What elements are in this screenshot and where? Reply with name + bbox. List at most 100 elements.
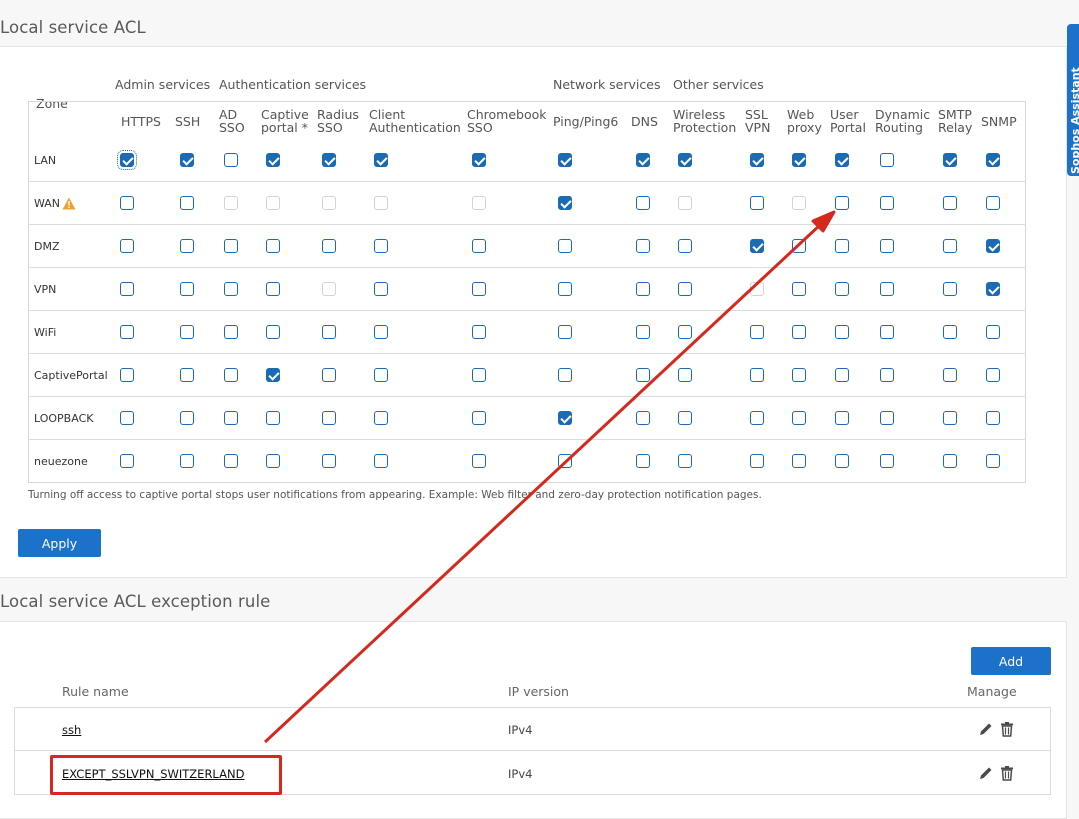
checkbox-loopback-client-authentication[interactable] [374, 411, 388, 425]
checkbox-wifi-dynamic-routing[interactable] [880, 325, 894, 339]
checkbox-dmz-ssh[interactable] [180, 239, 194, 253]
checkbox-wifi-captive-portal[interactable] [266, 325, 280, 339]
checkbox-loopback-smtp-relay[interactable] [943, 411, 957, 425]
checkbox-neuezone-ssh[interactable] [180, 454, 194, 468]
checkbox-lan-wireless-protection[interactable] [678, 153, 692, 167]
checkbox-vpn-snmp[interactable] [986, 282, 1000, 296]
checkbox-wifi-wireless-protection[interactable] [678, 325, 692, 339]
checkbox-dmz-snmp[interactable] [986, 239, 1000, 253]
checkbox-wifi-ping-ping6[interactable] [558, 325, 572, 339]
checkbox-wan-user-portal[interactable] [835, 196, 849, 210]
checkbox-wifi-web-proxy[interactable] [792, 325, 806, 339]
checkbox-vpn-dynamic-routing[interactable] [880, 282, 894, 296]
checkbox-loopback-web-proxy[interactable] [792, 411, 806, 425]
checkbox-dmz-dns[interactable] [636, 239, 650, 253]
checkbox-captiveportal-ssl-vpn[interactable] [750, 368, 764, 382]
checkbox-wifi-smtp-relay[interactable] [943, 325, 957, 339]
checkbox-captiveportal-https[interactable] [120, 368, 134, 382]
checkbox-captiveportal-snmp[interactable] [986, 368, 1000, 382]
checkbox-captiveportal-chromebook-sso[interactable] [472, 368, 486, 382]
checkbox-neuezone-chromebook-sso[interactable] [472, 454, 486, 468]
checkbox-wan-ping-ping6[interactable] [558, 196, 572, 210]
delete-icon[interactable] [999, 721, 1015, 737]
checkbox-captiveportal-web-proxy[interactable] [792, 368, 806, 382]
checkbox-loopback-ad-sso[interactable] [224, 411, 238, 425]
checkbox-vpn-dns[interactable] [636, 282, 650, 296]
checkbox-vpn-user-portal[interactable] [835, 282, 849, 296]
checkbox-vpn-ssh[interactable] [180, 282, 194, 296]
checkbox-captiveportal-smtp-relay[interactable] [943, 368, 957, 382]
assistant-tab[interactable]: Sophos Assistant [1067, 24, 1079, 176]
checkbox-lan-snmp[interactable] [986, 153, 1000, 167]
checkbox-wan-dynamic-routing[interactable] [880, 196, 894, 210]
checkbox-wifi-user-portal[interactable] [835, 325, 849, 339]
checkbox-captiveportal-ad-sso[interactable] [224, 368, 238, 382]
checkbox-wan-ssl-vpn[interactable] [750, 196, 764, 210]
checkbox-loopback-dns[interactable] [636, 411, 650, 425]
checkbox-lan-client-authentication[interactable] [374, 153, 388, 167]
checkbox-dmz-web-proxy[interactable] [792, 239, 806, 253]
checkbox-lan-ssl-vpn[interactable] [750, 153, 764, 167]
checkbox-wan-smtp-relay[interactable] [943, 196, 957, 210]
checkbox-captiveportal-ping-ping6[interactable] [558, 368, 572, 382]
checkbox-loopback-chromebook-sso[interactable] [472, 411, 486, 425]
checkbox-loopback-ssl-vpn[interactable] [750, 411, 764, 425]
checkbox-wifi-ssl-vpn[interactable] [750, 325, 764, 339]
checkbox-dmz-radius-sso[interactable] [322, 239, 336, 253]
checkbox-loopback-ping-ping6[interactable] [558, 411, 572, 425]
checkbox-lan-radius-sso[interactable] [322, 153, 336, 167]
checkbox-captiveportal-dns[interactable] [636, 368, 650, 382]
checkbox-lan-user-portal[interactable] [835, 153, 849, 167]
checkbox-neuezone-radius-sso[interactable] [322, 454, 336, 468]
checkbox-lan-ssh[interactable] [180, 153, 194, 167]
checkbox-neuezone-ping-ping6[interactable] [558, 454, 572, 468]
checkbox-lan-web-proxy[interactable] [792, 153, 806, 167]
checkbox-wifi-client-authentication[interactable] [374, 325, 388, 339]
checkbox-dmz-client-authentication[interactable] [374, 239, 388, 253]
checkbox-lan-ad-sso[interactable] [224, 153, 238, 167]
checkbox-lan-captive-portal[interactable] [266, 153, 280, 167]
checkbox-vpn-chromebook-sso[interactable] [472, 282, 486, 296]
checkbox-neuezone-user-portal[interactable] [835, 454, 849, 468]
checkbox-captiveportal-user-portal[interactable] [835, 368, 849, 382]
checkbox-lan-chromebook-sso[interactable] [472, 153, 486, 167]
checkbox-neuezone-smtp-relay[interactable] [943, 454, 957, 468]
checkbox-neuezone-ad-sso[interactable] [224, 454, 238, 468]
checkbox-wifi-https[interactable] [120, 325, 134, 339]
checkbox-loopback-dynamic-routing[interactable] [880, 411, 894, 425]
checkbox-dmz-user-portal[interactable] [835, 239, 849, 253]
checkbox-wifi-radius-sso[interactable] [322, 325, 336, 339]
checkbox-neuezone-dns[interactable] [636, 454, 650, 468]
checkbox-loopback-ssh[interactable] [180, 411, 194, 425]
checkbox-dmz-https[interactable] [120, 239, 134, 253]
checkbox-dmz-captive-portal[interactable] [266, 239, 280, 253]
checkbox-dmz-wireless-protection[interactable] [678, 239, 692, 253]
checkbox-vpn-captive-portal[interactable] [266, 282, 280, 296]
checkbox-loopback-captive-portal[interactable] [266, 411, 280, 425]
checkbox-neuezone-captive-portal[interactable] [266, 454, 280, 468]
checkbox-loopback-user-portal[interactable] [835, 411, 849, 425]
checkbox-captiveportal-radius-sso[interactable] [322, 368, 336, 382]
checkbox-captiveportal-client-authentication[interactable] [374, 368, 388, 382]
checkbox-wifi-ad-sso[interactable] [224, 325, 238, 339]
delete-icon[interactable] [999, 765, 1015, 781]
checkbox-vpn-web-proxy[interactable] [792, 282, 806, 296]
checkbox-vpn-ping-ping6[interactable] [558, 282, 572, 296]
checkbox-lan-dynamic-routing[interactable] [880, 153, 894, 167]
checkbox-neuezone-web-proxy[interactable] [792, 454, 806, 468]
checkbox-captiveportal-ssh[interactable] [180, 368, 194, 382]
checkbox-wifi-chromebook-sso[interactable] [472, 325, 486, 339]
checkbox-lan-ping-ping6[interactable] [558, 153, 572, 167]
checkbox-vpn-smtp-relay[interactable] [943, 282, 957, 296]
checkbox-dmz-ping-ping6[interactable] [558, 239, 572, 253]
checkbox-wan-ssh[interactable] [180, 196, 194, 210]
checkbox-dmz-ssl-vpn[interactable] [750, 239, 764, 253]
checkbox-loopback-snmp[interactable] [986, 411, 1000, 425]
checkbox-dmz-chromebook-sso[interactable] [472, 239, 486, 253]
checkbox-loopback-wireless-protection[interactable] [678, 411, 692, 425]
checkbox-loopback-https[interactable] [120, 411, 134, 425]
add-button[interactable]: Add [971, 647, 1051, 675]
checkbox-wan-snmp[interactable] [986, 196, 1000, 210]
checkbox-neuezone-wireless-protection[interactable] [678, 454, 692, 468]
checkbox-vpn-wireless-protection[interactable] [678, 282, 692, 296]
